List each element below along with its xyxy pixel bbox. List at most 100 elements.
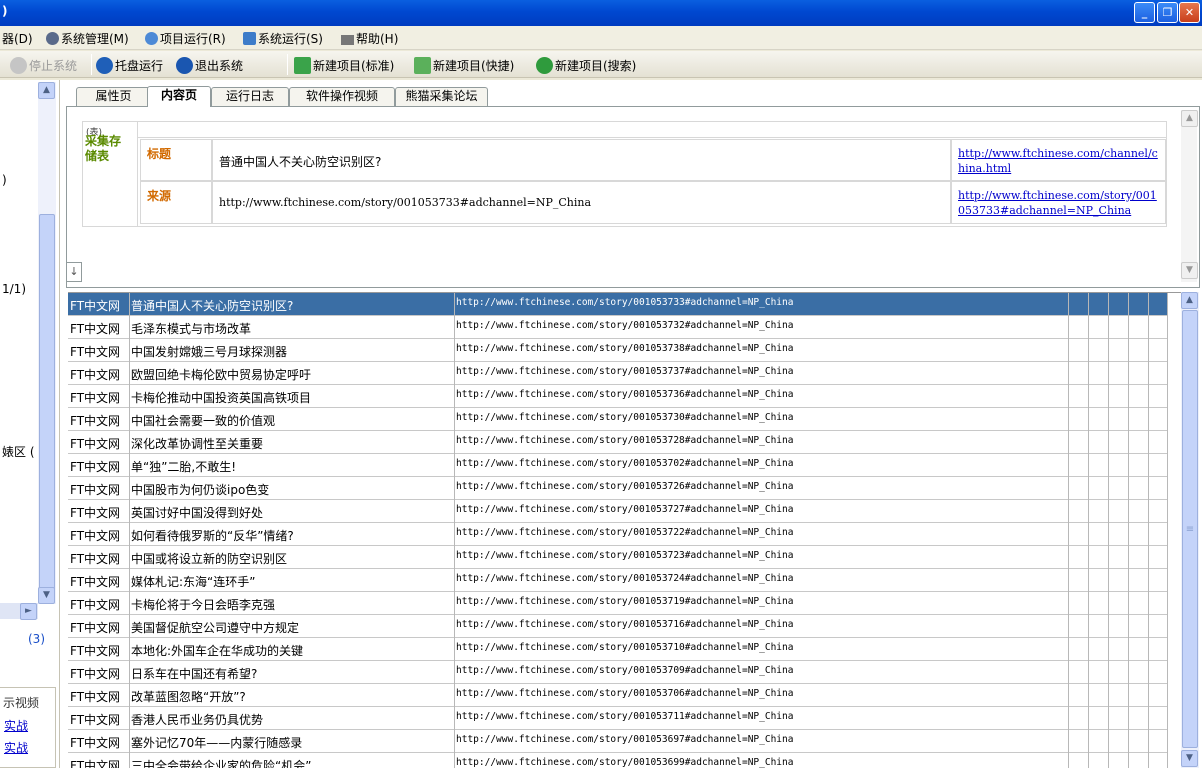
- scroll-up-icon[interactable]: ▲: [1181, 292, 1198, 309]
- table-row[interactable]: FT中文网 中国或将设立新的防空识别区 http://www.ftchinese.c…: [68, 546, 1168, 569]
- row-site: FT中文网: [70, 391, 121, 405]
- list-icon: [341, 35, 354, 45]
- scroll-up-icon[interactable]: ▲: [38, 82, 55, 99]
- storage-header-strip: [138, 122, 1167, 138]
- storage-table: (表) 采集存储表 标题 普通中国人不关心防空识别区? http://www.f…: [82, 121, 1167, 227]
- menu-system-manage[interactable]: 系统管理(M): [46, 30, 129, 47]
- row-url: http://www.ftchinese.com/story/001053723…: [456, 550, 794, 561]
- scroll-down-icon[interactable]: ▼: [38, 587, 55, 604]
- expand-button[interactable]: ↓: [66, 262, 82, 282]
- toolbar-separator: [91, 54, 92, 75]
- minimize-button[interactable]: _: [1134, 2, 1155, 23]
- table-row[interactable]: FT中文网 卡梅伦推动中国投资英国高铁项目 http://www.ftchinese…: [68, 385, 1168, 408]
- row-url: http://www.ftchinese.com/story/001053736…: [456, 389, 794, 400]
- source-link[interactable]: http://www.ftchinese.com/channel/china.h…: [958, 146, 1163, 176]
- table-row[interactable]: FT中文网 毛泽东模式与市场改革 http://www.ftchinese.com/…: [68, 316, 1168, 339]
- row-title: 香港人民币业务仍具优势: [131, 713, 264, 727]
- field-name-title: 标题: [147, 147, 172, 161]
- close-button[interactable]: ✕: [1179, 2, 1200, 23]
- table-row[interactable]: FT中文网 改革蓝图忽略“开放”? http://www.ftchinese.com…: [68, 684, 1168, 707]
- tree-node-text[interactable]: 婊区 (: [2, 443, 35, 460]
- table-row[interactable]: FT中文网 三中全会带给企业家的危险“机会” http://www.ftchines…: [68, 753, 1168, 768]
- table-row[interactable]: FT中文网 香港人民币业务仍具优势 http://www.ftchinese.com…: [68, 707, 1168, 730]
- new-project-quick-button[interactable]: 新建项目(快捷): [414, 57, 514, 74]
- results-grid: FT中文网 普通中国人不关心防空识别区? http://www.ftchinese.…: [68, 292, 1181, 768]
- video-link[interactable]: 实战: [4, 717, 28, 734]
- exit-system-button[interactable]: 退出系统: [176, 57, 243, 74]
- source-link[interactable]: http://www.ftchinese.com/story/001053733…: [958, 188, 1163, 218]
- video-link[interactable]: 实战: [4, 739, 28, 756]
- row-site: FT中文网: [70, 437, 121, 451]
- row-site: FT中文网: [70, 621, 121, 635]
- tab-forum[interactable]: 熊猫采集论坛: [395, 87, 488, 106]
- toolbar-separator: [287, 54, 288, 75]
- table-row[interactable]: FT中文网 欧盟回绝卡梅伦欧中贸易协定呼吁 http://www.ftchinese…: [68, 362, 1168, 385]
- grid-vertical-scrollbar[interactable]: ▲ ≡ ▼: [1181, 292, 1199, 768]
- row-title: 卡梅伦推动中国投资英国高铁项目: [131, 391, 312, 405]
- grid-column-divider: [1068, 293, 1069, 768]
- table-row[interactable]: FT中文网 英国讨好中国没得到好处 http://www.ftchinese.com…: [68, 500, 1168, 523]
- menu-project-run[interactable]: 项目运行(R): [145, 30, 226, 47]
- table-row[interactable]: FT中文网 中国社会需要一致的价值观 http://www.ftchinese.co…: [68, 408, 1168, 431]
- field-value-cell[interactable]: 普通中国人不关心防空识别区?: [212, 139, 951, 181]
- table-row[interactable]: FT中文网 美国督促航空公司遵守中方规定 http://www.ftchinese.…: [68, 615, 1168, 638]
- tray-run-button[interactable]: 托盘运行: [96, 57, 163, 74]
- tree-node-text[interactable]: ): [2, 173, 7, 187]
- table-row[interactable]: FT中文网 如何看待俄罗斯的“反华”情绪? http://www.ftchinese…: [68, 523, 1168, 546]
- table-row[interactable]: FT中文网 深化改革协调性至关重要 http://www.ftchinese.com…: [68, 431, 1168, 454]
- storage-heading-cell: (表) 采集存储表: [83, 122, 138, 226]
- row-title: 毛泽东模式与市场改革: [131, 322, 252, 336]
- scroll-thumb[interactable]: [39, 214, 55, 590]
- new-project-icon: [294, 57, 311, 74]
- left-horizontal-scrollbar[interactable]: ►: [0, 603, 38, 620]
- row-title: 塞外记忆70年——内蒙行随感录: [131, 736, 303, 750]
- row-site: FT中文网: [70, 598, 121, 612]
- row-site: FT中文网: [70, 713, 121, 727]
- table-row[interactable]: FT中文网 普通中国人不关心防空识别区? http://www.ftchinese.…: [68, 293, 1168, 316]
- row-site: FT中文网: [70, 575, 121, 589]
- left-vertical-scrollbar[interactable]: ▲ ▼: [38, 82, 56, 604]
- table-row[interactable]: FT中文网 本地化:外国车企在华成功的关键 http://www.ftchinese…: [68, 638, 1168, 661]
- menu-label: 系统管理(M): [61, 32, 129, 46]
- tab-operation-video[interactable]: 软件操作视频: [289, 87, 395, 106]
- run-icon: [243, 32, 256, 45]
- tab-content[interactable]: 内容页: [147, 86, 211, 107]
- new-project-search-button[interactable]: 新建项目(搜索): [536, 57, 636, 74]
- field-name-cell: 来源: [140, 181, 212, 224]
- table-row[interactable]: FT中文网 单“独”二胎,不敢生! http://www.ftchinese.com…: [68, 454, 1168, 477]
- table-row[interactable]: FT中文网 塞外记忆70年——内蒙行随感录 http://www.ftchinese…: [68, 730, 1168, 753]
- table-row[interactable]: FT中文网 媒体札记:东海“连环手” http://www.ftchinese.co…: [68, 569, 1168, 592]
- scroll-down-icon[interactable]: ▼: [1181, 750, 1198, 767]
- table-row[interactable]: FT中文网 卡梅伦将于今日会晤李克强 http://www.ftchinese.co…: [68, 592, 1168, 615]
- toolbar-label: 新建项目(快捷): [433, 59, 515, 73]
- row-site: FT中文网: [70, 759, 121, 768]
- scroll-right-icon[interactable]: ►: [20, 603, 37, 620]
- new-project-standard-button[interactable]: 新建项目(标准): [294, 57, 394, 74]
- content-scrollbar[interactable]: ▲ ▼: [1181, 110, 1198, 282]
- menu-label: 项目运行(R): [160, 32, 226, 46]
- stop-system-button[interactable]: 停止系统: [10, 57, 77, 74]
- scroll-up-icon[interactable]: ▲: [1181, 110, 1198, 127]
- row-title: 普通中国人不关心防空识别区?: [131, 299, 294, 313]
- menu-system-run[interactable]: 系统运行(S): [243, 30, 323, 47]
- scroll-thumb[interactable]: ≡: [1182, 310, 1198, 748]
- row-url: http://www.ftchinese.com/story/001053711…: [456, 711, 794, 722]
- row-url: http://www.ftchinese.com/story/001053699…: [456, 757, 794, 768]
- menu-bar: 器(D) 系统管理(M) 项目运行(R) 系统运行(S) 帮助(H): [0, 26, 1202, 50]
- restore-button[interactable]: ❐: [1157, 2, 1178, 23]
- menu-help[interactable]: 帮助(H): [341, 30, 398, 47]
- checkmark-icon: [414, 57, 431, 74]
- menu-collector[interactable]: 器(D): [2, 30, 33, 47]
- table-row[interactable]: FT中文网 中国股市为何仍谈ipo色变 http://www.ftchinese.c…: [68, 477, 1168, 500]
- field-name-cell: 标题: [140, 139, 212, 181]
- tab-run-log[interactable]: 运行日志: [211, 87, 289, 106]
- tab-properties[interactable]: 属性页: [76, 87, 151, 106]
- power-icon: [176, 57, 193, 74]
- grid-column-divider: [1128, 293, 1129, 768]
- table-row[interactable]: FT中文网 中国发射嫦娥三号月球探测器 http://www.ftchinese.c…: [68, 339, 1168, 362]
- row-title: 深化改革协调性至关重要: [131, 437, 264, 451]
- table-row[interactable]: FT中文网 日系车在中国还有希望? http://www.ftchinese.com…: [68, 661, 1168, 684]
- field-value-cell[interactable]: http://www.ftchinese.com/story/001053733…: [212, 181, 951, 224]
- scroll-down-icon[interactable]: ▼: [1181, 262, 1198, 279]
- tree-node-text[interactable]: 1/1): [2, 282, 26, 296]
